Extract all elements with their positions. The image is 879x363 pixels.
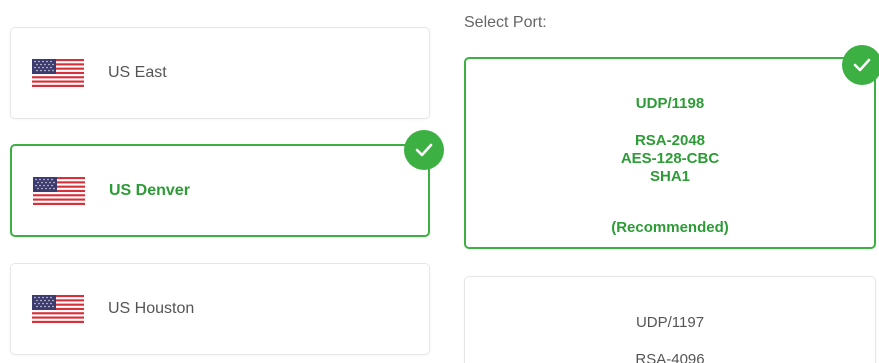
port-label: UDP/1198 [635, 95, 705, 112]
port-label: UDP/1197 [635, 314, 705, 331]
region-option-us-east[interactable]: US East [10, 27, 430, 119]
region-option-us-denver[interactable]: US Denver [10, 144, 430, 237]
region-label: US Denver [109, 181, 190, 199]
port-option-udp-1198[interactable]: UDP/1198 RSA-2048 AES-128-CBC SHA1 (Reco… [464, 57, 876, 249]
us-flag-icon [32, 59, 84, 87]
port-detail-line: RSA-4096 [635, 351, 705, 363]
port-section-heading: Select Port: [464, 14, 547, 31]
region-label: US East [108, 64, 167, 81]
selected-check-icon [842, 45, 879, 85]
port-detail-line: SHA1 [649, 168, 690, 185]
port-option-udp-1197[interactable]: UDP/1197 RSA-4096 [464, 276, 876, 363]
us-flag-icon [33, 176, 85, 205]
recommended-note: (Recommended) [611, 219, 729, 236]
us-flag-icon [32, 295, 84, 323]
region-option-us-houston[interactable]: US Houston [10, 263, 430, 355]
selected-check-icon [404, 130, 444, 170]
port-detail-line: RSA-2048 [634, 132, 706, 149]
region-label: US Houston [108, 300, 195, 317]
port-detail-line: AES-128-CBC [620, 150, 720, 167]
vpn-server-settings: US East US Denver US Houston Select Port… [0, 0, 879, 363]
